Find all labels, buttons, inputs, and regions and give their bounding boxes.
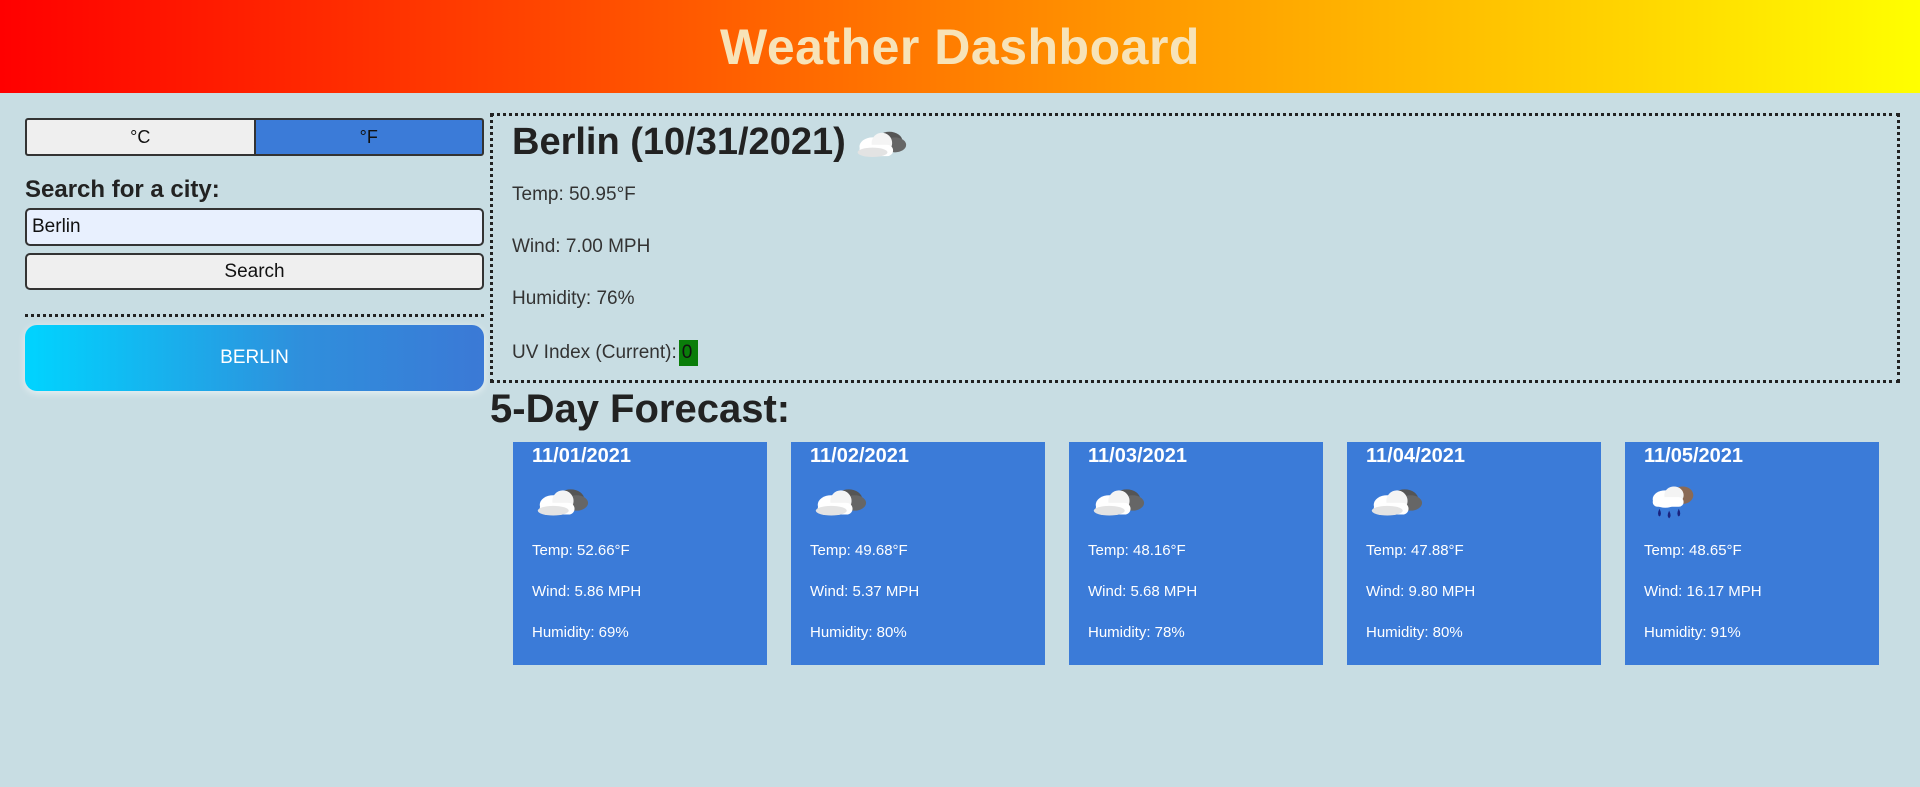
forecast-wind: Wind: 9.80 MPH xyxy=(1366,583,1476,600)
forecast-card: 11/02/2021 Temp: 49.68°F Wind: 5.37 MPH … xyxy=(791,442,1045,665)
forecast-temp: Temp: 47.88°F xyxy=(1366,542,1464,559)
forecast-card: 11/01/2021 Temp: 52.66°F Wind: 5.86 MPH … xyxy=(513,442,767,665)
uv-index-label: UV Index (Current): xyxy=(512,342,677,363)
forecast-humidity: Humidity: 80% xyxy=(810,624,907,641)
current-weather-panel: Berlin (10/31/2021) Temp: 50.95°F Wind: … xyxy=(490,113,1900,383)
current-city-date: Berlin (10/31/2021) xyxy=(512,121,846,163)
forecast-wind: Wind: 5.86 MPH xyxy=(532,583,642,600)
search-label: Search for a city: xyxy=(25,176,220,203)
cloudy-icon xyxy=(1088,481,1146,521)
rain-icon xyxy=(1644,481,1702,521)
cloudy-icon xyxy=(810,481,868,521)
forecast-cards: 11/01/2021 Temp: 52.66°F Wind: 5.86 MPH … xyxy=(513,442,1879,665)
cloudy-icon xyxy=(852,124,908,162)
search-button[interactable]: Search xyxy=(25,253,484,290)
forecast-card: 11/03/2021 Temp: 48.16°F Wind: 5.68 MPH … xyxy=(1069,442,1323,665)
forecast-title: 5-Day Forecast: xyxy=(490,387,791,431)
forecast-humidity: Humidity: 80% xyxy=(1366,624,1463,641)
cloudy-icon xyxy=(1366,481,1424,521)
city-search-input[interactable] xyxy=(25,208,484,246)
forecast-date: 11/01/2021 xyxy=(532,445,631,467)
forecast-card: 11/05/2021 Temp: 48.65°F Wind: 16.17 MPH… xyxy=(1625,442,1879,665)
current-uv-index: UV Index (Current): 0 xyxy=(512,340,1897,366)
forecast-date: 11/02/2021 xyxy=(810,445,909,467)
current-temp: Temp: 50.95°F xyxy=(512,184,636,205)
forecast-temp: Temp: 49.68°F xyxy=(810,542,908,559)
uv-index-badge: 0 xyxy=(678,340,699,366)
history-city-button[interactable]: BERLIN xyxy=(25,325,484,391)
current-humidity: Humidity: 76% xyxy=(512,288,635,309)
sidebar: °C °F Search for a city: Search BERLIN xyxy=(25,118,484,391)
current-weather-heading: Berlin (10/31/2021) xyxy=(512,121,1897,164)
forecast-date: 11/05/2021 xyxy=(1644,445,1743,467)
forecast-wind: Wind: 5.68 MPH xyxy=(1088,583,1198,600)
forecast-wind: Wind: 5.37 MPH xyxy=(810,583,920,600)
forecast-temp: Temp: 48.65°F xyxy=(1644,542,1742,559)
cloudy-icon xyxy=(532,481,590,521)
app-header: Weather Dashboard xyxy=(0,0,1920,93)
forecast-date: 11/04/2021 xyxy=(1366,445,1465,467)
forecast-humidity: Humidity: 69% xyxy=(532,624,629,641)
unit-toggle: °C °F xyxy=(25,118,484,156)
forecast-wind: Wind: 16.17 MPH xyxy=(1644,583,1762,600)
forecast-humidity: Humidity: 91% xyxy=(1644,624,1741,641)
divider xyxy=(25,314,484,317)
celsius-button[interactable]: °C xyxy=(25,118,255,156)
forecast-temp: Temp: 52.66°F xyxy=(532,542,630,559)
page-title: Weather Dashboard xyxy=(720,18,1200,75)
current-wind: Wind: 7.00 MPH xyxy=(512,236,651,257)
forecast-humidity: Humidity: 78% xyxy=(1088,624,1185,641)
forecast-temp: Temp: 48.16°F xyxy=(1088,542,1186,559)
forecast-date: 11/03/2021 xyxy=(1088,445,1187,467)
forecast-card: 11/04/2021 Temp: 47.88°F Wind: 9.80 MPH … xyxy=(1347,442,1601,665)
fahrenheit-button[interactable]: °F xyxy=(254,118,484,156)
